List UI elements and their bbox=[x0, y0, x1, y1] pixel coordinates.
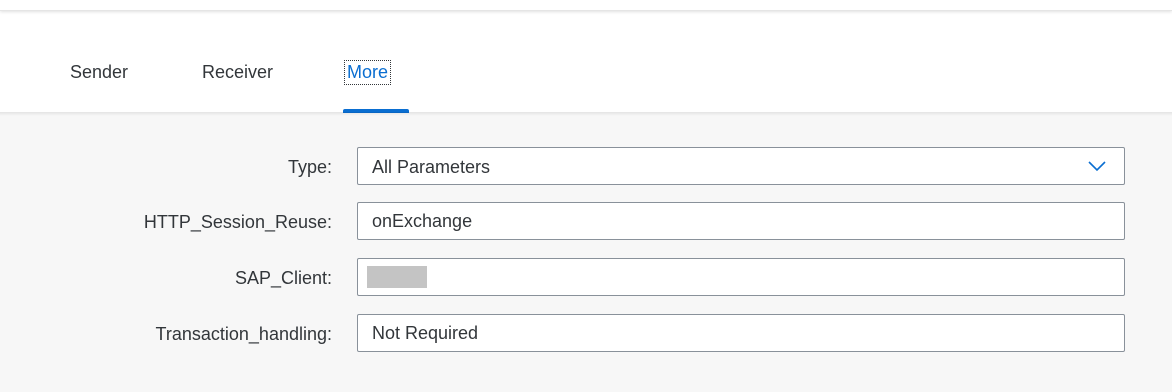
type-select-value: All Parameters bbox=[372, 157, 491, 177]
transaction-handling-input[interactable] bbox=[357, 314, 1125, 352]
header-bar: Sender Receiver More bbox=[0, 0, 1172, 113]
top-border bbox=[0, 0, 1172, 11]
http-session-reuse-label: HTTP_Session_Reuse: bbox=[143, 212, 332, 232]
tab-receiver[interactable]: Receiver bbox=[202, 62, 273, 83]
sap-client-input[interactable] bbox=[357, 258, 1125, 296]
sap-client-label: SAP_Client: bbox=[234, 268, 332, 288]
tab-bar: Sender Receiver More bbox=[0, 50, 1172, 113]
type-select[interactable]: All Parameters bbox=[357, 147, 1125, 185]
tab-sender[interactable]: Sender bbox=[70, 62, 128, 83]
redacted-value bbox=[367, 266, 427, 288]
transaction-handling-label: Transaction_handling: bbox=[155, 324, 332, 344]
row-http-session-reuse: HTTP_Session_Reuse: bbox=[0, 202, 1172, 242]
row-type: Type: All Parameters bbox=[0, 147, 1172, 187]
chevron-down-icon[interactable] bbox=[1088, 160, 1106, 172]
row-sap-client: SAP_Client: bbox=[0, 258, 1172, 298]
tab-more[interactable]: More bbox=[343, 60, 392, 85]
type-label: Type: bbox=[287, 157, 332, 177]
row-transaction-handling: Transaction_handling: bbox=[0, 314, 1172, 354]
http-session-reuse-input[interactable] bbox=[357, 202, 1125, 240]
parameters-form: Type: All Parameters HTTP_Session_Reuse:… bbox=[0, 112, 1172, 392]
